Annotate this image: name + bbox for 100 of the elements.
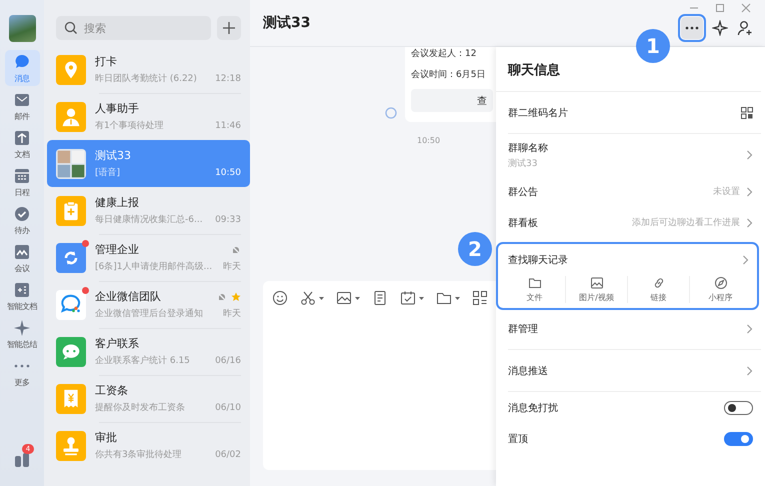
search-history-row[interactable]: 查找聊天记录: [498, 244, 757, 276]
nav-item[interactable]: 待办: [4, 202, 40, 238]
timestamp: 06/10: [215, 402, 241, 412]
chat-title: 工资条: [95, 383, 128, 398]
nav-item[interactable]: 智能总结: [4, 316, 40, 352]
chat-title: 企业微信团队: [95, 289, 161, 304]
message-preview: 提醒你及时发布工资条: [95, 402, 185, 414]
chevron-right-icon[interactable]: [746, 186, 753, 196]
setting-value: 未设置: [713, 186, 740, 198]
more-button[interactable]: [681, 17, 703, 39]
message-preview: 企业联系客户统计 6.15: [95, 354, 190, 367]
filter-button[interactable]: 链接: [627, 276, 689, 303]
view-button[interactable]: 查: [411, 89, 493, 112]
settings-row[interactable]: 群二维码名片: [508, 92, 761, 134]
filter-button[interactable]: 文件: [504, 276, 565, 303]
chevron-right-icon[interactable]: [746, 324, 753, 334]
chat-title: 客户联系: [95, 336, 139, 351]
chat-item[interactable]: 工资条 提醒你及时发布工资条 06/10: [47, 375, 250, 422]
nav-item[interactable]: 更多: [4, 354, 40, 390]
filter-button[interactable]: 图片/视频: [565, 276, 627, 303]
chevron-right-icon[interactable]: [746, 218, 753, 228]
message-preview: [语音]: [95, 166, 120, 179]
timestamp: 06/16: [215, 356, 241, 366]
nav-item[interactable]: 智能文档: [4, 278, 40, 314]
toggle-switch[interactable]: [724, 432, 753, 446]
message-preview: 昨日团队考勤统计 (6.22): [95, 72, 197, 85]
settings-row[interactable]: 群管理: [508, 308, 761, 350]
filter-button[interactable]: 小程序: [689, 276, 751, 303]
emoji-icon[interactable]: [272, 290, 288, 306]
close-icon[interactable]: [741, 3, 751, 13]
envelope-icon: [13, 91, 31, 109]
message-preview: 每日健康情况收集汇总-6...: [95, 214, 203, 226]
chat-title: 审批: [95, 430, 117, 445]
search-icon: [64, 21, 78, 35]
chat-title: 健康上报: [95, 195, 139, 210]
card-text: 会议时间：6月5日: [411, 68, 486, 81]
nav-item[interactable]: 文档: [4, 126, 40, 162]
video-meeting-icon: [13, 243, 31, 261]
checkmark-icon: [13, 205, 31, 223]
timestamp: 昨天: [223, 260, 241, 273]
folder-icon[interactable]: [436, 290, 460, 306]
chat-item[interactable]: 管理企业 [6条]1人申请使用邮件高级... 昨天: [47, 234, 250, 281]
setting-value: 添加后可边聊边看工作进展: [632, 216, 740, 229]
profile-photo[interactable]: [8, 15, 36, 42]
chevron-right-icon[interactable]: [746, 366, 753, 376]
chat-item[interactable]: 打卡 昨日团队考勤统计 (6.22) 12:18: [47, 46, 250, 93]
setting-value: 测试33: [508, 158, 538, 170]
card-text: 会议发起人：12: [411, 48, 478, 60]
setting-label: 群公告: [508, 186, 539, 198]
chat-item[interactable]: 人事助手 有1个事项待处理 11:46: [47, 93, 250, 140]
chat-title: 人事助手: [95, 101, 139, 116]
nav-item[interactable]: 会议: [4, 240, 40, 276]
timestamp: 10:50: [215, 168, 241, 178]
setting-label: 群看板: [508, 216, 539, 230]
timestamp: 06/02: [215, 450, 241, 460]
compass-icon: [714, 276, 728, 290]
sparkle-icon[interactable]: [712, 20, 728, 36]
maximize-icon[interactable]: [715, 3, 725, 13]
chevron-right-icon[interactable]: [746, 150, 753, 160]
timestamp: 09:33: [215, 214, 241, 224]
chat-title: 测试33: [95, 148, 131, 163]
document-icon: [13, 129, 31, 147]
document-icon[interactable]: [372, 290, 388, 306]
image-icon[interactable]: [336, 290, 360, 306]
chat-title: 打卡: [95, 54, 117, 69]
smart-document-icon: [13, 281, 31, 299]
settings-row[interactable]: 消息推送: [508, 350, 761, 392]
scissors-icon[interactable]: [300, 290, 324, 306]
timestamp: 昨天: [223, 308, 241, 320]
calendar-check-icon[interactable]: [400, 290, 424, 306]
chat-bubble-icon: [13, 53, 31, 71]
search-field[interactable]: 搜索: [56, 16, 211, 40]
more-dots-icon: [13, 364, 31, 368]
add-button[interactable]: [217, 16, 241, 40]
more-dots-icon: [685, 26, 699, 30]
nav-item[interactable]: 日程: [4, 164, 40, 200]
timestamp: 12:18: [215, 74, 241, 84]
chat-item[interactable]: 企业微信团队 企业微信管理后台登录通知 昨天: [47, 281, 250, 328]
message-preview: 有1个事项待处理: [95, 120, 164, 132]
step-number-badge: 2: [458, 232, 492, 266]
setting-label: 群二维码名片: [508, 106, 569, 120]
chat-item[interactable]: 健康上报 每日健康情况收集汇总-6... 09:33: [47, 187, 250, 234]
calendar-icon: [13, 167, 31, 185]
grid-list-icon[interactable]: [472, 290, 488, 306]
qr-code-icon[interactable]: [741, 106, 753, 118]
setting-label: 消息推送: [508, 364, 549, 378]
chevron-right-icon: [742, 255, 749, 265]
message-preview: 企业微信管理后台登录通知: [95, 308, 203, 320]
image-icon: [590, 276, 604, 290]
setting-label: 群聊名称: [508, 142, 549, 154]
read-status-icon: [385, 107, 397, 119]
nav-item[interactable]: 邮件: [4, 88, 40, 124]
setting-label: 消息免打扰: [508, 402, 559, 414]
message-preview: [6条]1人申请使用邮件高级...: [95, 260, 212, 273]
setting-label: 群管理: [508, 322, 539, 336]
plus-icon: [222, 21, 236, 35]
toggle-switch[interactable]: [724, 400, 753, 414]
chat-item[interactable]: 客户联系 企业联系客户统计 6.15 06/16: [47, 328, 250, 375]
chat-title: 测试33: [263, 14, 312, 32]
chat-item[interactable]: 审批 你共有3条审批待处理 06/02: [47, 422, 250, 469]
